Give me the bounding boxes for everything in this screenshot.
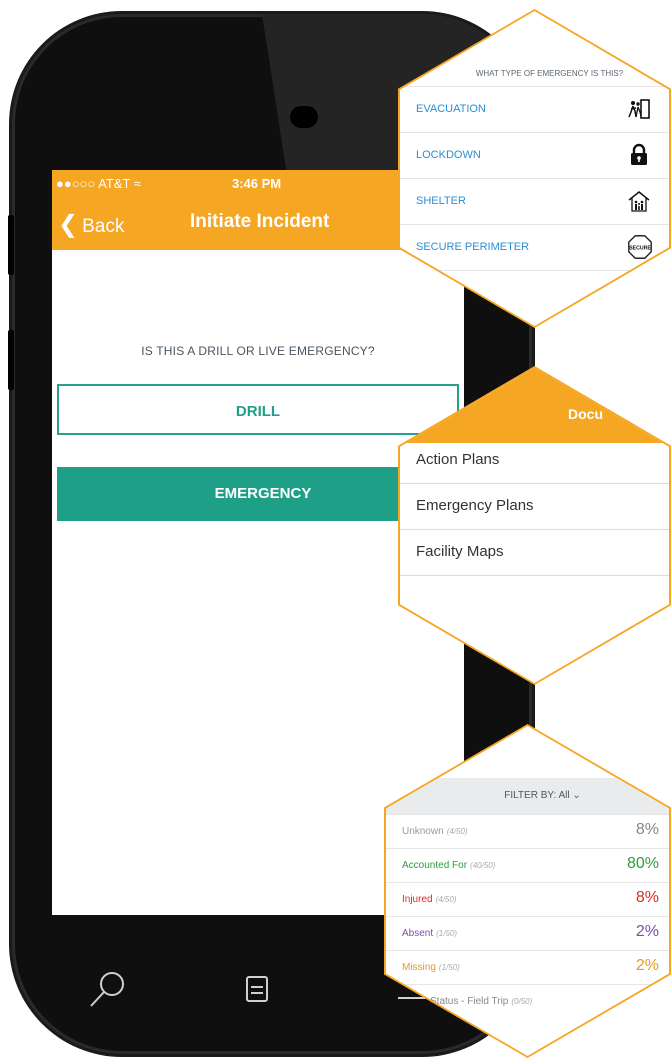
document-item-label: Action Plans	[416, 451, 500, 468]
chevron-left-icon: ❮	[58, 211, 79, 238]
shelter-icon	[628, 191, 650, 212]
status-count: (40/50)	[470, 861, 496, 870]
status-row-absent[interactable]: Absent (1/50) 2%	[386, 916, 669, 951]
emergency-option-label: LOCKDOWN	[416, 149, 481, 161]
carrier-label: ●●○○○ AT&T ≈	[56, 176, 141, 191]
emergency-option-label: EVACUATION	[416, 103, 486, 115]
status-label: Absent	[402, 928, 434, 939]
drill-button[interactable]: DRILL	[57, 384, 459, 435]
divider	[400, 270, 669, 271]
document-item-label: Emergency Plans	[416, 497, 534, 514]
status-count: (0/50)	[511, 997, 533, 1006]
document-item-emergency-plans[interactable]: Emergency Plans	[400, 483, 669, 530]
drill-question: IS THIS A DRILL OR LIVE EMERGENCY?	[141, 344, 375, 358]
status-row-accounted-for[interactable]: Accounted For (40/50) 80%	[386, 848, 669, 883]
secure-sign-text: SECURE	[629, 245, 651, 251]
status-row-unknown[interactable]: Unknown (4/50) 8%	[386, 814, 669, 849]
back-button[interactable]: ❮ Back	[58, 210, 124, 239]
document-item-label: Facility Maps	[416, 543, 504, 560]
status-count: (1/50)	[436, 929, 458, 938]
filter-dropdown[interactable]: FILTER BY: All ⌄	[386, 790, 669, 801]
emergency-option-lockdown[interactable]: LOCKDOWN	[400, 132, 669, 179]
status-label: Status - Field Trip	[430, 996, 509, 1007]
status-count: (4/50)	[435, 895, 457, 904]
volume-down-button	[8, 330, 14, 390]
status-row-missing[interactable]: Missing (1/50) 2%	[386, 950, 669, 985]
back-label: Back	[82, 216, 125, 237]
document-item-facility-maps[interactable]: Facility Maps	[400, 529, 669, 576]
clock: 3:46 PM	[232, 176, 282, 191]
emergency-option-shelter[interactable]: SHELTER	[400, 178, 669, 225]
status-label: Missing	[402, 962, 436, 973]
clipboard-icon[interactable]	[245, 973, 269, 1003]
emergency-option-label: SHELTER	[416, 195, 466, 207]
lock-icon	[631, 143, 647, 165]
status-count: (4/50)	[446, 827, 468, 836]
page-title: Initiate Incident	[190, 211, 330, 232]
document-item-action-plans[interactable]: Action Plans	[400, 437, 669, 484]
emergency-type-header: WHAT TYPE OF EMERGENCY IS THIS?	[475, 69, 624, 78]
phone-speaker	[290, 106, 318, 128]
status-percent: 80%	[626, 855, 659, 872]
status-count: (1/50)	[438, 963, 460, 972]
emergency-option-label: SECURE PERIMETER	[416, 241, 530, 253]
filter-bar: FILTER BY: All ⌄	[386, 778, 669, 814]
status-percent: 2%	[635, 923, 659, 940]
status-label: Unknown	[402, 826, 444, 837]
documents-title: Docu	[568, 406, 603, 422]
search-icon[interactable]	[86, 968, 130, 1012]
evacuation-icon	[628, 99, 650, 119]
status-percent: 8%	[635, 889, 659, 906]
emergency-option-evacuation[interactable]: EVACUATION	[400, 86, 669, 133]
secure-sign-icon: SECURE	[628, 235, 652, 259]
status-row-injured[interactable]: Injured (4/50) 8%	[386, 882, 669, 917]
volume-up-button	[8, 215, 14, 275]
status-percent: 8%	[635, 821, 659, 838]
status-label: Injured	[402, 894, 433, 905]
status-percent: 2%	[635, 957, 659, 974]
emergency-option-secure-perimeter[interactable]: SECURE PERIMETER SECURE	[400, 224, 669, 271]
status-label: Accounted For	[402, 860, 468, 871]
